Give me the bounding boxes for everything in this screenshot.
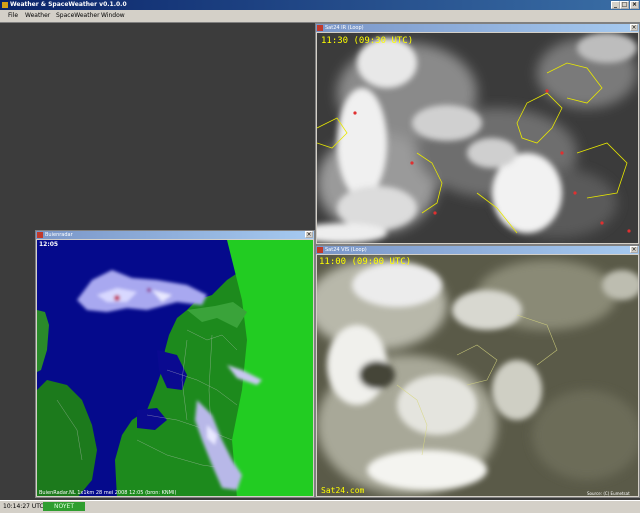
menu-spaceweather[interactable]: SpaceWeather <box>56 10 100 22</box>
buienradar-image: 12:05 BuienRadar.NL 1x1km 28 mei 2008 12… <box>37 240 313 496</box>
sat-ir-image: 11:30 (09:30 UTC) <box>317 33 638 243</box>
sat-ir-time-label: 11:30 (09:30 UTC) <box>321 36 414 46</box>
sat-ir-close-button[interactable]: × <box>630 24 638 31</box>
app-icon <box>2 2 8 8</box>
app-titlebar[interactable]: Weather & SpaceWeather v0.1.0.0 _ □ × <box>0 0 640 10</box>
satellite-vis-map <box>317 255 638 496</box>
buienradar-time-label: 12:05 <box>39 241 59 248</box>
statusbar: 10:14:27 UTC NOYET <box>0 500 640 513</box>
sat-ir-titlebar[interactable]: Sat24 IR (Loop) × <box>316 24 639 32</box>
buienradar-footer: BuienRadar.NL 1x1km 28 mei 2008 12:05 (b… <box>39 490 177 496</box>
sat-vis-window[interactable]: Sat24 VIS (Loop) × 11:00 (09:00 UTC) Sat… <box>315 245 640 498</box>
close-button[interactable]: × <box>630 1 639 9</box>
window-icon <box>317 25 323 31</box>
window-icon <box>37 232 43 238</box>
maximize-button[interactable]: □ <box>620 1 629 9</box>
sat-ir-window[interactable]: Sat24 IR (Loop) × 11:30 (09:30 UTC) <box>315 23 640 245</box>
buienradar-window[interactable]: Buienradar × 12:05 BuienRadar.NL 1x1km 2… <box>35 230 315 498</box>
buienradar-titlebar[interactable]: Buienradar × <box>36 231 314 239</box>
sat-vis-close-button[interactable]: × <box>630 246 638 253</box>
sat-vis-source-label: Source: (C) Eumetsat <box>587 491 630 496</box>
menu-file[interactable]: File <box>8 10 18 22</box>
sat-vis-image: 11:00 (09:00 UTC) Sat24.com Source: (C) … <box>317 255 638 496</box>
sat-vis-titlebar[interactable]: Sat24 VIS (Loop) × <box>316 246 639 254</box>
sat24-watermark: Sat24.com <box>321 486 365 495</box>
menu-window[interactable]: Window <box>101 10 125 22</box>
buienradar-close-button[interactable]: × <box>305 231 313 238</box>
radar-map <box>37 240 313 496</box>
status-time: 10:14:27 UTC <box>3 503 44 510</box>
app-title: Weather & SpaceWeather v0.1.0.0 <box>10 1 127 8</box>
satellite-ir-map <box>317 33 638 243</box>
window-icon <box>317 247 323 253</box>
menu-weather[interactable]: Weather <box>25 10 50 22</box>
menubar: File Weather SpaceWeather Window <box>0 10 640 23</box>
minimize-button[interactable]: _ <box>611 1 620 9</box>
sat-ir-title: Sat24 IR (Loop) <box>325 25 364 31</box>
sat-vis-title: Sat24 VIS (Loop) <box>325 247 367 253</box>
sat-vis-time-label: 11:00 (09:00 UTC) <box>319 257 412 267</box>
status-badge: NOYET <box>43 502 85 511</box>
buienradar-title: Buienradar <box>45 232 73 238</box>
